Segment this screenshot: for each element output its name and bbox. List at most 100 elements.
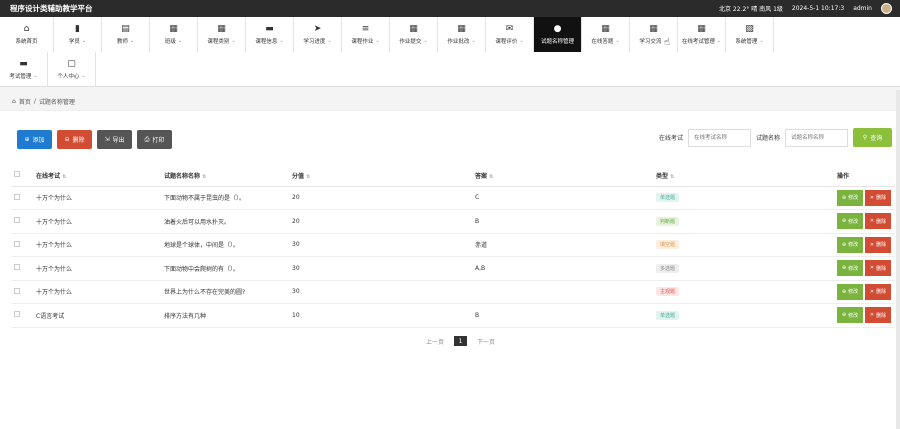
exam-search-input[interactable] <box>687 128 751 147</box>
nav-item-online-answer[interactable]: ▦ 在线答题 ⌄ <box>582 17 630 52</box>
nav-item-teacher[interactable]: ▤ 教师 ⌄ <box>102 17 150 52</box>
table-row[interactable]: 十万个为什么 下面动物不属于昆虫的是（）。 20 C 单选题 ⊕ 修改 ✕ 删除 <box>12 186 895 210</box>
edit-button[interactable]: ⊕ 修改 <box>837 236 863 253</box>
nav-item-label: 课程作业 ⌄ <box>351 37 379 45</box>
nav-item-course-review[interactable]: ✉ 课程评价 ⌄ <box>486 17 534 52</box>
table-row[interactable]: C语言考试 排序方法有几种 10 B 单选题 ⊕ 修改 ✕ 删除 <box>12 303 895 328</box>
question-search-input[interactable] <box>785 128 848 147</box>
edit-icon: ⊕ <box>841 312 847 319</box>
edit-button[interactable]: ⊕ 修改 <box>837 283 863 300</box>
col-question-label: 试题名称名称 <box>164 172 201 180</box>
breadcrumb: ⌂ 首页 / 试题名称管理 <box>12 97 75 106</box>
scrollbar[interactable] <box>896 90 900 429</box>
edit-icon: ⊕ <box>841 194 847 201</box>
table-row[interactable]: 十万个为什么 下面动物中会爬树的有（）。 30 A,B 多选题 ⊕ 修改 ✕ 删除 <box>12 256 895 281</box>
breadcrumb-separator: / <box>33 98 36 105</box>
cell-answer: A,B <box>473 256 654 281</box>
row-select-cell <box>12 303 34 328</box>
nav-item-learning-exchange[interactable]: ▦ 学习交流 ⌄ <box>630 17 678 52</box>
export-button[interactable]: ⇲ 导出 <box>97 130 132 149</box>
edit-button[interactable]: ⊕ 修改 <box>837 213 863 230</box>
table-row[interactable]: 十万个为什么 地球是个球体，中间是（）。 30 赤道 填空题 ⊕ 修改 ✕ 删除 <box>12 233 895 257</box>
row-checkbox[interactable] <box>14 193 20 200</box>
home-icon: ⌂ <box>23 24 30 34</box>
edit-icon: ⊕ <box>841 288 847 295</box>
nav-item-text: 系统首页 <box>15 39 38 45</box>
nav-item-course-category[interactable]: ▦ 课程类别 ⌄ <box>198 17 246 52</box>
row-delete-button[interactable]: ✕ 删除 <box>865 236 891 253</box>
col-exam[interactable]: 在线考试 ⇅ <box>34 165 162 187</box>
edit-button[interactable]: ⊕ 修改 <box>837 189 863 206</box>
current-page[interactable]: 1 <box>454 336 468 346</box>
nav-item-personal-center[interactable]: ▢ 个人中心 ⌄ <box>48 52 96 87</box>
col-type[interactable]: 类型 ⇅ <box>654 165 835 187</box>
cell-answer <box>473 280 654 304</box>
weather-info: 北京 22.2° 晴 南风 1级 <box>719 4 783 13</box>
toolbar: ⊕ 添加 ⊖ 删除 ⇲ 导出 ⎙ 打印 <box>17 130 172 149</box>
nav-item-class[interactable]: ▦ 班级 ⌄ <box>150 17 198 52</box>
col-score[interactable]: 分值 ⇅ <box>290 165 473 187</box>
search-button-label: 查询 <box>870 135 883 142</box>
nav-item-exam-admin[interactable]: ▬ 考试管理 ⌄ <box>0 52 48 87</box>
row-checkbox[interactable] <box>14 287 20 294</box>
row-delete-button[interactable]: ✕ 删除 <box>865 189 891 206</box>
nav-item-student[interactable]: ▮ 学员 ⌄ <box>54 17 102 52</box>
table-row[interactable]: 十万个为什么 世界上为什么不存在完美的圆? 30 主观题 ⊕ 修改 ✕ 删除 <box>12 280 895 304</box>
nav-item-home[interactable]: ⌂ 系统首页 <box>0 17 54 52</box>
row-select-cell <box>12 233 34 257</box>
cell-exam: 十万个为什么 <box>34 233 162 257</box>
nav-item-text: 个人中心 <box>57 74 80 80</box>
nav-item-learning-progress[interactable]: ➤ 学习进度 ⌄ <box>294 17 342 52</box>
learning-progress-icon: ➤ <box>313 24 322 34</box>
nav-item-label: 作业提交 ⌄ <box>399 37 427 45</box>
nav-item-course-info[interactable]: ▬ 课程信息 ⌄ <box>246 17 294 52</box>
row-checkbox[interactable] <box>14 311 20 318</box>
row-actions: ⊕ 修改 ✕ 删除 <box>837 283 895 300</box>
student-icon: ▮ <box>75 24 80 34</box>
app-title: 程序设计类辅助教学平台 <box>10 4 93 13</box>
nav-item-text: 课程类别 <box>207 39 230 45</box>
row-delete-button[interactable]: ✕ 删除 <box>865 213 891 230</box>
col-answer[interactable]: 答案 ⇅ <box>473 165 654 187</box>
user-name[interactable]: admin <box>853 5 872 12</box>
nav-item-exam-manage[interactable]: ▦ 在线考试管理 ⌄ <box>678 17 726 52</box>
sort-icon: ⇅ <box>62 173 67 180</box>
cell-score: 20 <box>290 186 473 210</box>
search-bar: 在线考试 试题名称 ⚲查询 <box>659 128 892 147</box>
select-all-checkbox[interactable] <box>14 171 20 178</box>
delete-button[interactable]: ⊖ 删除 <box>57 130 92 149</box>
nav-item-system-manage[interactable]: ▧ 系统管理 ⌄ <box>726 17 774 52</box>
chevron-down-icon: ⌄ <box>81 38 87 44</box>
print-button[interactable]: ⎙ 打印 <box>137 130 172 149</box>
row-delete-button[interactable]: ✕ 删除 <box>865 260 891 277</box>
prev-page[interactable]: 上一页 <box>426 337 444 346</box>
cell-score: 30 <box>290 280 473 304</box>
close-icon: ✕ <box>869 241 875 248</box>
edit-label: 修改 <box>848 195 859 202</box>
search-button[interactable]: ⚲ 查询 <box>853 128 892 147</box>
row-delete-button[interactable]: ✕ 删除 <box>865 283 891 300</box>
next-page[interactable]: 下一页 <box>477 337 495 346</box>
chevron-down-icon: ⌄ <box>615 38 620 44</box>
row-delete-button[interactable]: ✕ 删除 <box>865 307 891 324</box>
cell-exam: 十万个为什么 <box>34 209 162 234</box>
nav-item-question-manage[interactable]: ● 试题名称管理 <box>534 17 582 52</box>
nav-item-course-homework[interactable]: ≡ 课程作业 ⌄ <box>342 17 390 52</box>
edit-button[interactable]: ⊕ 修改 <box>837 307 863 324</box>
table-row[interactable]: 十万个为什么 油着火后可以用水扑灭。 20 B 判断题 ⊕ 修改 ✕ 删除 <box>12 209 895 234</box>
chevron-down-icon: ⌄ <box>231 38 236 44</box>
nav-item-text: 作业批改 <box>447 39 470 45</box>
avatar[interactable] <box>881 3 892 14</box>
col-type-label: 类型 <box>656 172 669 180</box>
cell-actions: ⊕ 修改 ✕ 删除 <box>835 233 895 257</box>
row-checkbox[interactable] <box>14 264 20 271</box>
col-question[interactable]: 试题名称名称 ⇅ <box>162 165 290 187</box>
edit-button[interactable]: ⊕ 修改 <box>837 260 863 277</box>
nav-item-homework-submit[interactable]: ▦ 作业提交 ⌄ <box>390 17 438 52</box>
row-checkbox[interactable] <box>14 240 20 247</box>
add-button[interactable]: ⊕ 添加 <box>17 130 52 149</box>
row-checkbox[interactable] <box>14 217 20 224</box>
breadcrumb-home[interactable]: 首页 <box>19 97 31 106</box>
nav-item-homework-grade[interactable]: ▦ 作业批改 ⌄ <box>438 17 486 52</box>
cell-type: 填空题 <box>654 233 835 257</box>
